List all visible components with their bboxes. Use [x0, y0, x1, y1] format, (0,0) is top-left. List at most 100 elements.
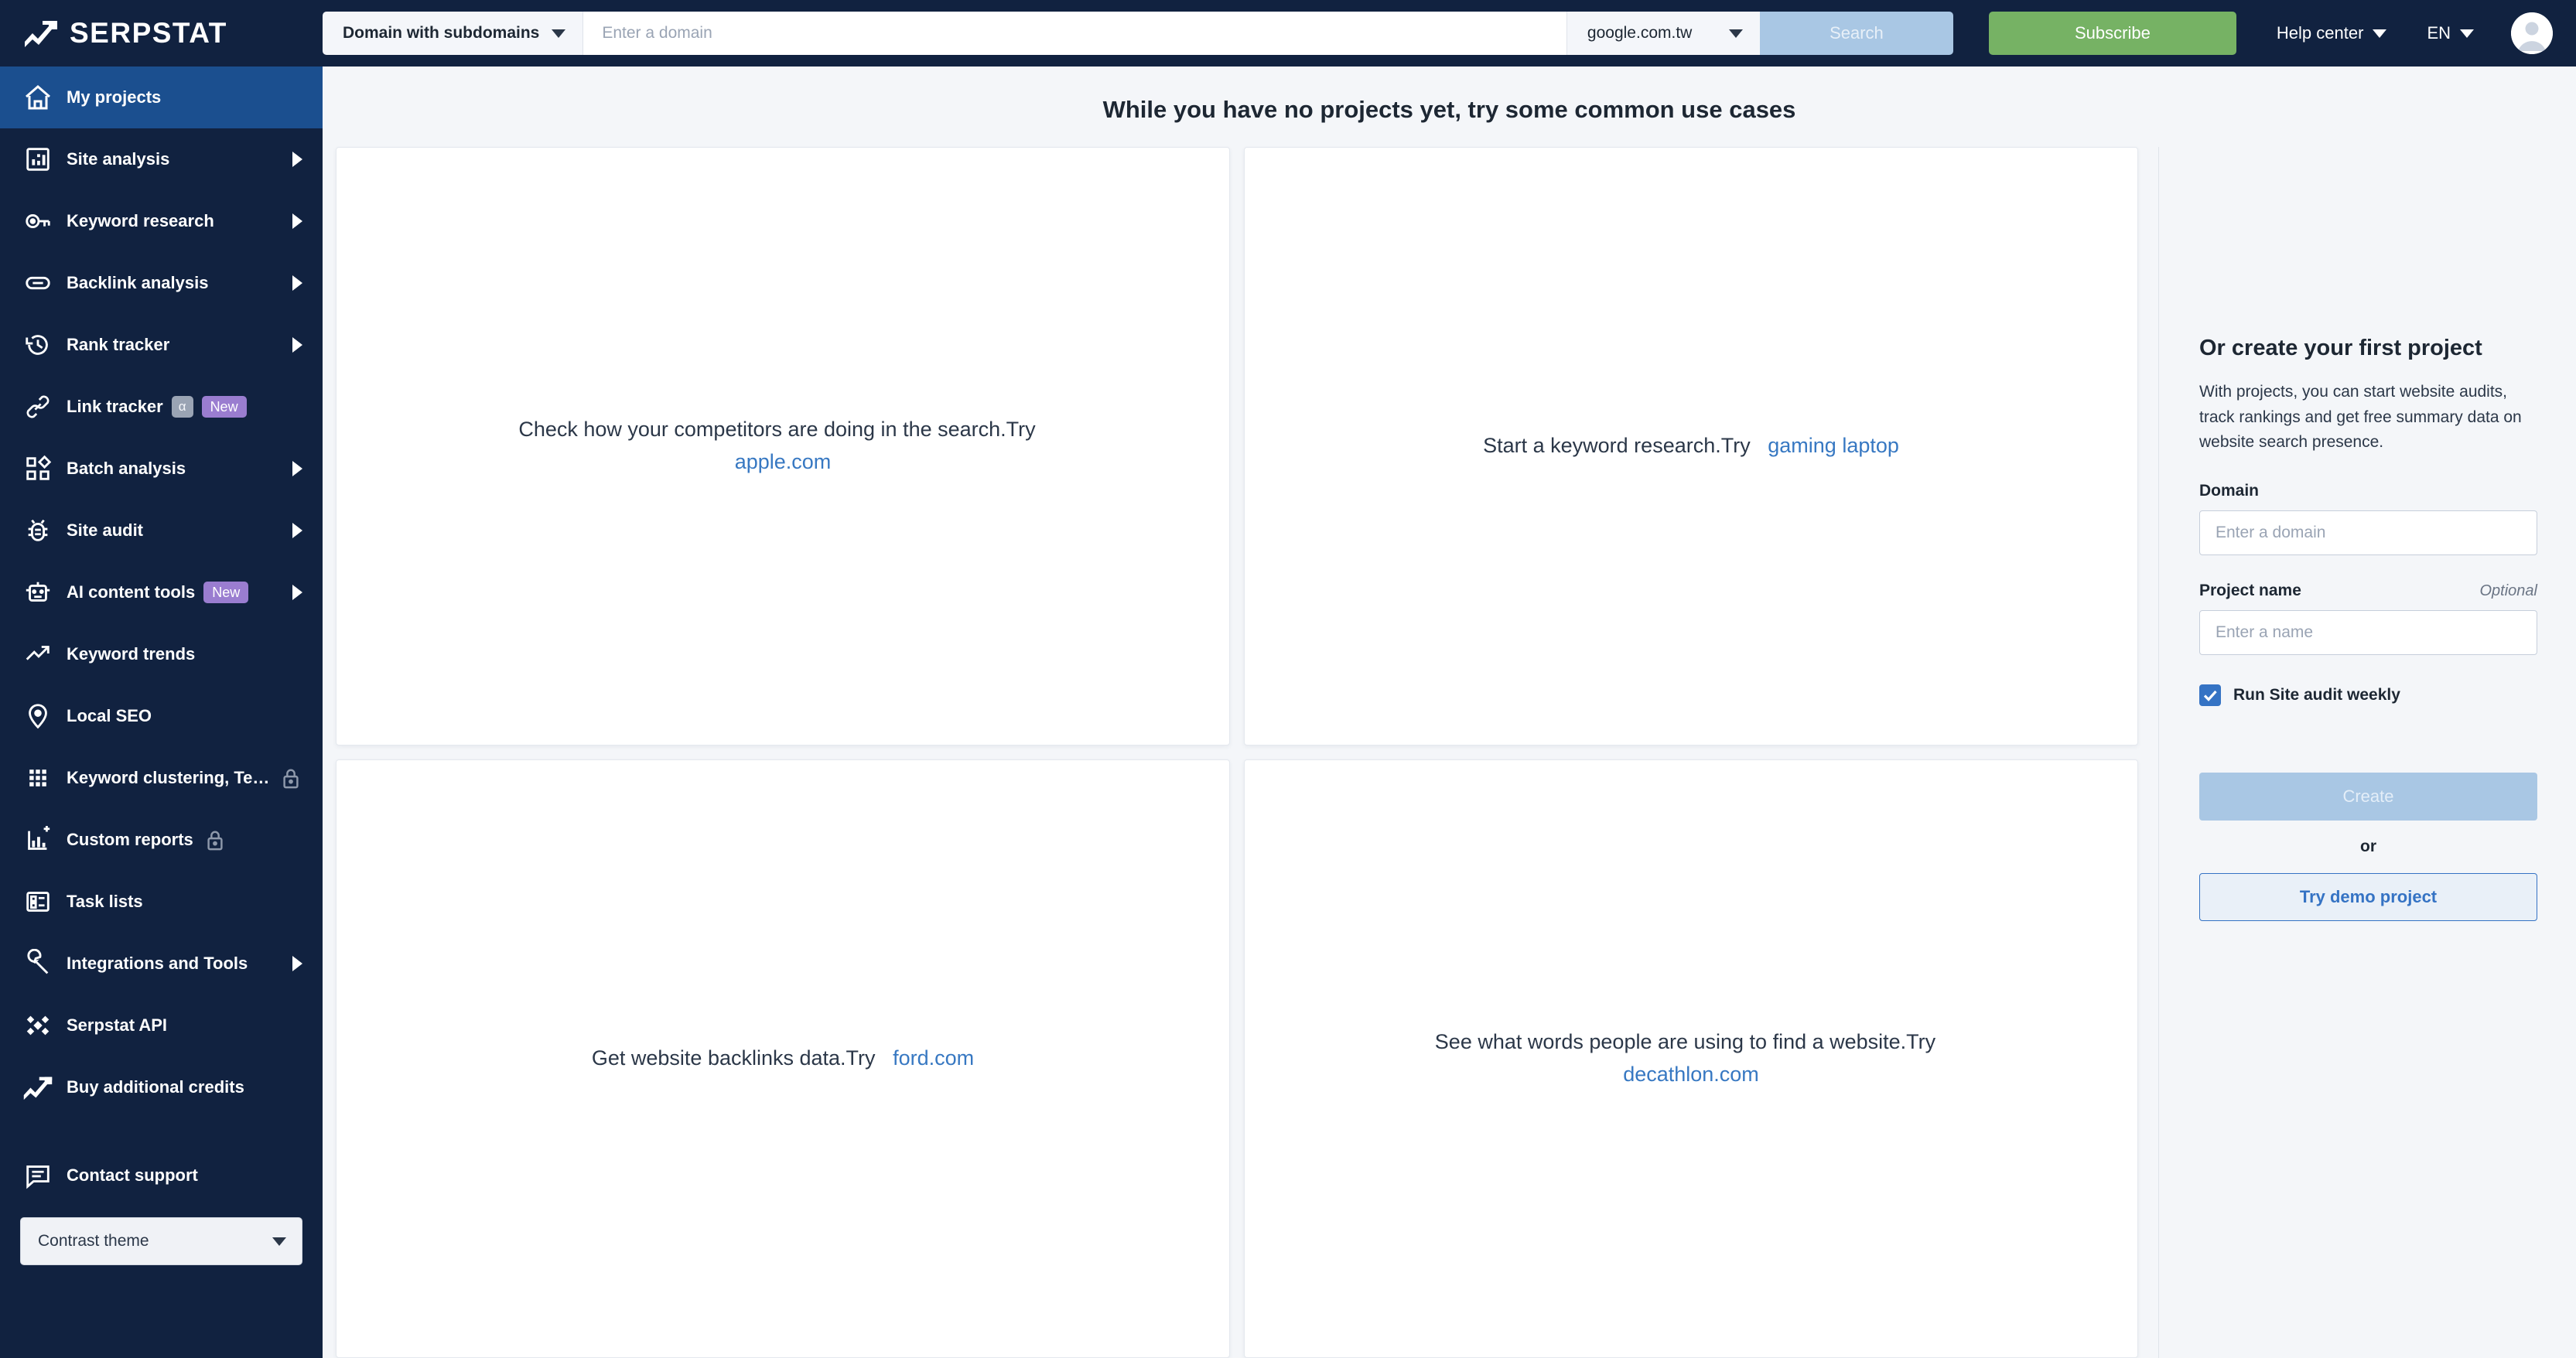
sidebar-item-keyword-trends[interactable]: Keyword trends	[0, 623, 323, 685]
use-case-card-keywords-find[interactable]: See what words people are using to find …	[1244, 759, 2138, 1358]
sidebar-item-label: Buy additional credits	[67, 1077, 244, 1097]
top-bar: SERPSTAT Domain with subdomains google.c…	[0, 0, 2576, 67]
language-menu[interactable]: EN	[2427, 23, 2474, 43]
use-case-text: Get website backlinks data.Try ford.com	[592, 1042, 974, 1075]
sidebar-item-link-tracker[interactable]: Link tracker α New	[0, 376, 323, 438]
or-separator: or	[2360, 837, 2376, 855]
link-chain-icon	[20, 265, 56, 301]
create-project-panel: Or create your first project With projec…	[2158, 147, 2576, 1358]
use-case-prompt: Get website backlinks data.Try	[591, 1046, 876, 1070]
use-case-card-keyword-research[interactable]: Start a keyword research.Try gaming lapt…	[1244, 147, 2138, 746]
sidebar-item-label: Custom reports	[67, 830, 193, 849]
avatar[interactable]	[2511, 12, 2553, 54]
chevron-right-icon	[292, 213, 302, 229]
new-badge: New	[203, 581, 249, 604]
sidebar-item-local-seo[interactable]: Local SEO	[0, 685, 323, 747]
use-case-card-backlinks[interactable]: Get website backlinks data.Try ford.com	[336, 759, 1230, 1358]
lock-icon	[280, 766, 302, 790]
use-case-link[interactable]: apple.com	[735, 450, 832, 473]
chevron-down-icon	[2373, 29, 2387, 38]
serpstat-arrow-logo-icon	[20, 1070, 56, 1105]
sidebar-item-rank-tracker[interactable]: Rank tracker	[0, 314, 323, 376]
project-domain-input[interactable]	[2199, 510, 2537, 555]
search-mode-select[interactable]: Domain with subdomains	[323, 12, 584, 55]
sidebar-item-serpstat-api[interactable]: Serpstat API	[0, 995, 323, 1056]
project-name-input[interactable]	[2199, 609, 2537, 655]
use-case-cards-grid: Check how your competitors are doing in …	[0, 147, 2158, 1358]
sidebar-item-integrations-and-tools[interactable]: Integrations and Tools	[0, 933, 323, 995]
sidebar-item-label: Batch analysis	[67, 459, 186, 478]
list-box-icon	[20, 884, 56, 920]
run-site-audit-weekly-checkbox[interactable]	[2199, 684, 2221, 706]
chat-box-icon	[20, 1158, 56, 1193]
sidebar-item-label: Keyword research	[67, 211, 214, 230]
run-site-audit-weekly-row[interactable]: Run Site audit weekly	[2199, 684, 2537, 706]
serpstat-arrow-logo-icon	[23, 19, 59, 48]
search-input[interactable]	[583, 12, 1566, 55]
chevron-right-icon	[292, 152, 302, 167]
search-mode-label: Domain with subdomains	[343, 24, 540, 42]
body-region: My projects Site analysis Keyword resear…	[0, 67, 2576, 1358]
sidebar-item-label: AI content tools	[67, 582, 196, 602]
use-case-text: Check how your competitors are doing in …	[489, 414, 1077, 479]
use-case-text: Start a keyword research.Try gaming lapt…	[1483, 430, 1899, 462]
sidebar-item-label: Keyword clustering, Te…	[67, 768, 270, 787]
lock-icon	[204, 828, 226, 851]
use-case-link[interactable]: ford.com	[893, 1046, 974, 1070]
sidebar-item-label: Serpstat API	[67, 1015, 168, 1035]
sidebar-item-buy-additional-credits[interactable]: Buy additional credits	[0, 1056, 323, 1118]
bar-chart-box-icon	[20, 142, 56, 177]
trend-up-icon	[20, 636, 56, 672]
sidebar-item-site-audit[interactable]: Site audit	[0, 500, 323, 561]
project-name-optional-label: Optional	[2479, 582, 2538, 599]
link-icon	[20, 389, 56, 425]
chevron-right-icon	[292, 523, 302, 538]
help-center-menu[interactable]: Help center	[2277, 23, 2387, 43]
content-region: Check how your competitors are doing in …	[323, 147, 2576, 1358]
brand-logo[interactable]: SERPSTAT	[0, 17, 323, 49]
subscribe-button[interactable]: Subscribe	[1988, 12, 2236, 55]
domain-field-label: Domain	[2199, 481, 2260, 500]
use-case-text: See what words people are using to find …	[1397, 1026, 1985, 1091]
sidebar-item-label: Local SEO	[67, 706, 152, 725]
sidebar-item-batch-analysis[interactable]: Batch analysis	[0, 438, 323, 500]
alpha-badge: α	[171, 396, 193, 418]
try-demo-project-button[interactable]: Try demo project	[2199, 872, 2537, 921]
main-content: While you have no projects yet, try some…	[323, 67, 2576, 1358]
sidebar-item-custom-reports[interactable]: Custom reports	[0, 809, 323, 871]
home-icon	[20, 80, 56, 115]
sidebar-item-my-projects[interactable]: My projects	[0, 67, 323, 128]
project-name-label-row: Project name Optional	[2199, 582, 2537, 600]
create-project-description: With projects, you can start website aud…	[2199, 383, 2522, 452]
use-case-prompt: Check how your competitors are doing in …	[518, 418, 1036, 442]
database-select[interactable]: google.com.tw	[1566, 12, 1760, 55]
sidebar-item-contact-support[interactable]: Contact support	[0, 1145, 323, 1206]
robot-icon	[20, 575, 56, 610]
wrench-icon	[20, 946, 56, 981]
use-case-prompt: See what words people are using to find …	[1434, 1030, 1936, 1054]
chart-plus-icon	[20, 822, 56, 858]
chevron-right-icon	[292, 461, 302, 476]
sidebar-item-label: Site audit	[67, 520, 144, 540]
sidebar-item-label: Site analysis	[67, 149, 170, 169]
sidebar-item-ai-content-tools[interactable]: AI content tools New	[0, 561, 323, 623]
run-site-audit-weekly-label: Run Site audit weekly	[2233, 685, 2400, 704]
search-button[interactable]: Search	[1759, 12, 1953, 55]
create-button[interactable]: Create	[2199, 772, 2537, 821]
sidebar-item-backlink-analysis[interactable]: Backlink analysis	[0, 252, 323, 314]
sidebar-item-label: Backlink analysis	[67, 273, 209, 292]
use-case-link[interactable]: decathlon.com	[1623, 1063, 1759, 1086]
diamond-cluster-icon	[20, 1008, 56, 1043]
new-badge: New	[201, 395, 247, 418]
app-root: SERPSTAT Domain with subdomains google.c…	[0, 0, 2576, 1358]
sidebar-item-task-lists[interactable]: Task lists	[0, 871, 323, 933]
sidebar-item-keyword-research[interactable]: Keyword research	[0, 190, 323, 252]
sidebar: My projects Site analysis Keyword resear…	[0, 67, 323, 1358]
search-bar: Domain with subdomains google.com.tw Sea…	[323, 12, 1953, 55]
use-case-card-competitors[interactable]: Check how your competitors are doing in …	[336, 147, 1230, 746]
language-label: EN	[2427, 23, 2451, 43]
use-case-link[interactable]: gaming laptop	[1768, 434, 1899, 457]
sidebar-item-keyword-clustering[interactable]: Keyword clustering, Te…	[0, 747, 323, 809]
bug-icon	[20, 513, 56, 548]
sidebar-item-site-analysis[interactable]: Site analysis	[0, 128, 323, 190]
